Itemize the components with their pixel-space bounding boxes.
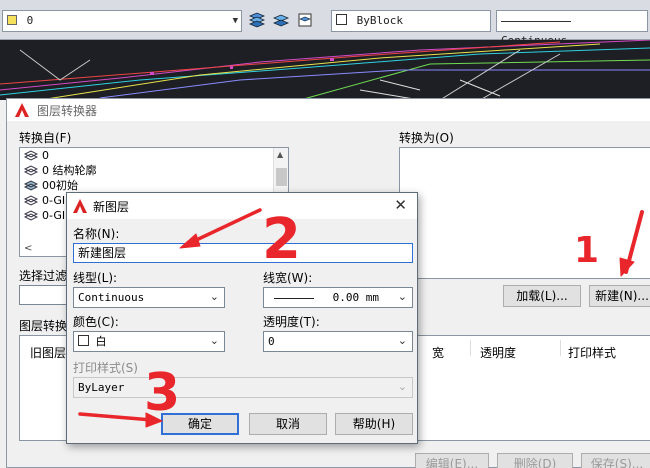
color-select-value: 白 — [95, 335, 107, 348]
name-label: 名称(N): — [73, 227, 120, 241]
color-combo[interactable]: ByBlock — [331, 10, 491, 32]
plotstyle-select-value: ByLayer — [78, 381, 125, 394]
save-button[interactable]: 保存(S)... — [581, 453, 650, 468]
layer-icon — [24, 210, 38, 221]
chevron-down-icon: ⌄ — [209, 290, 219, 303]
scroll-up-icon[interactable]: ▲ — [277, 150, 283, 159]
new-button[interactable]: 新建(N)... — [589, 285, 650, 307]
linetype-combo[interactable]: Continuous — [496, 10, 648, 47]
column-header-transparency[interactable]: 透明度 — [480, 344, 516, 361]
layer-icon — [24, 195, 38, 206]
cad-drawing-lines — [0, 40, 650, 100]
scroll-thumb[interactable] — [276, 168, 287, 186]
lineweight-preview-line — [274, 297, 314, 299]
color-combo-value: ByBlock — [356, 14, 403, 27]
load-button[interactable]: 加载(L)... — [503, 285, 581, 307]
chevron-down-icon: ⌄ — [397, 290, 407, 303]
layer-toolbar: 0 ▼ ByBlock Continuous — [0, 0, 650, 47]
transparency-select[interactable]: 0 ⌄ — [263, 331, 413, 352]
list-item[interactable]: 00初始 — [20, 178, 288, 193]
layer-mappings-label: 图层转换 — [19, 319, 68, 333]
linetype-preview-line — [501, 20, 571, 22]
list-item-label: 0-GI — [42, 194, 66, 207]
cad-drawing-area[interactable] — [0, 40, 650, 100]
new-layer-titlebar[interactable]: 新图层 ✕ — [67, 193, 417, 219]
chevron-down-icon: ⌄ — [397, 380, 407, 393]
close-icon[interactable]: ✕ — [394, 196, 407, 214]
color-select[interactable]: 白 ⌄ — [73, 331, 225, 352]
color-label: 颜色(C): — [73, 315, 119, 329]
list-item-label: 0 — [42, 149, 49, 162]
linetype-label: 线型(L): — [73, 271, 118, 285]
linetype-select[interactable]: Continuous ⌄ — [73, 287, 225, 308]
column-header-plot-style[interactable]: 打印样式 — [568, 344, 616, 361]
list-item-label: 00初始 — [42, 179, 78, 192]
linetype-select-value: Continuous — [78, 291, 145, 304]
list-item[interactable]: 0 — [20, 148, 288, 163]
column-divider — [560, 340, 561, 356]
plotstyle-select: ByLayer ⌄ — [73, 377, 413, 398]
help-button[interactable]: 帮助(H) — [335, 413, 413, 435]
edit-button[interactable]: 编辑(E)... — [415, 453, 489, 468]
layer-icon — [24, 180, 38, 191]
list-item[interactable]: 0 结构轮廓 — [20, 163, 288, 178]
plotstyle-label: 打印样式(S) — [73, 361, 138, 375]
ok-button[interactable]: 确定 — [161, 413, 239, 435]
convert-to-list[interactable] — [399, 147, 650, 279]
cancel-button[interactable]: 取消 — [249, 413, 327, 435]
color-swatch — [336, 14, 347, 25]
transparency-label: 透明度(T): — [263, 315, 320, 329]
layer-icon — [24, 165, 38, 176]
column-header-width[interactable]: 宽 — [432, 344, 444, 361]
dialog-titlebar[interactable]: 图层转换器 — [7, 99, 650, 121]
delete-button[interactable]: 删除(D) — [497, 453, 573, 468]
layer-stack-icon[interactable] — [248, 10, 266, 30]
sun-icon — [7, 15, 17, 25]
convert-to-label: 转换为(O) — [399, 131, 454, 145]
list-item-label: 0 结构轮廓 — [42, 164, 97, 177]
autocad-logo-icon — [73, 199, 87, 213]
layer-icon — [24, 150, 38, 161]
list-item-label: 0-GI — [42, 209, 66, 222]
dialog-title: 图层转换器 — [37, 104, 98, 118]
chevron-down-icon: ⌄ — [209, 334, 219, 347]
column-divider — [470, 340, 471, 356]
hscroll-left-icon[interactable]: < — [24, 243, 32, 254]
transparency-select-value: 0 — [268, 335, 275, 348]
lineweight-label: 线宽(W): — [263, 271, 313, 285]
new-layer-dialog: 新图层 ✕ 名称(N): 新建图层 线型(L): Continuous ⌄ 线宽… — [66, 192, 418, 444]
column-header-old-layer[interactable]: 旧图层 — [30, 344, 66, 361]
select-filter-label: 选择过滤 — [19, 269, 68, 283]
convert-from-label: 转换自(F) — [19, 131, 72, 145]
layer-state-icon[interactable] — [296, 10, 314, 30]
autocad-logo-icon — [15, 103, 29, 117]
color-swatch — [78, 335, 89, 346]
new-layer-title: 新图层 — [93, 200, 130, 214]
chevron-down-icon: ⌄ — [397, 334, 407, 347]
layer-previous-icon[interactable] — [272, 10, 290, 30]
lineweight-select[interactable]: 0.00 mm ⌄ — [263, 287, 413, 308]
layer-combo[interactable]: 0 ▼ — [2, 10, 242, 32]
chevron-down-icon: ▼ — [232, 16, 238, 26]
layer-name-input[interactable]: 新建图层 — [73, 243, 413, 263]
layer-combo-value: 0 — [26, 14, 34, 27]
lineweight-select-value: 0.00 mm — [332, 291, 379, 304]
